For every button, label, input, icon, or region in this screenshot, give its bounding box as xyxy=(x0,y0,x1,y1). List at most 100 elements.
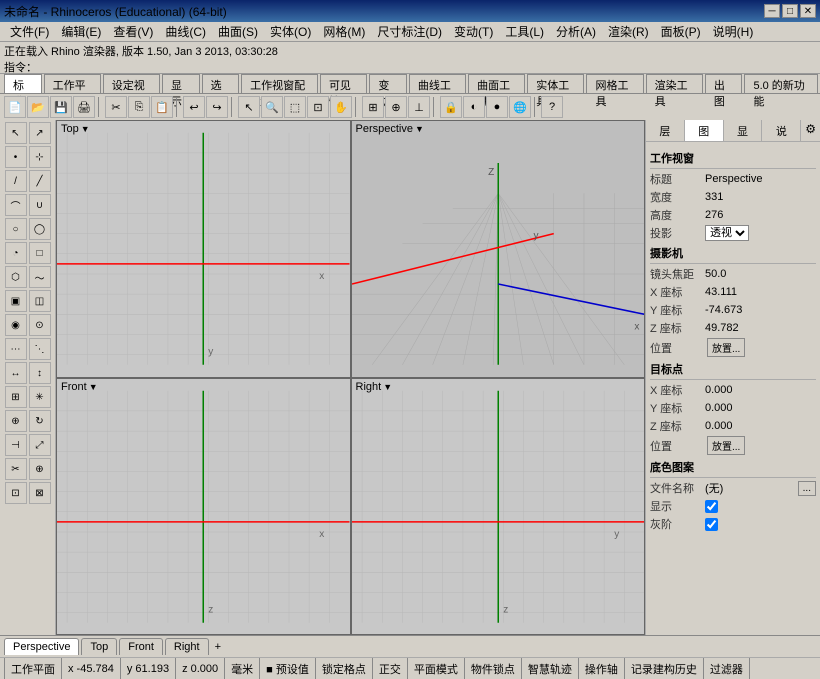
status-filter[interactable]: 过滤器 xyxy=(704,658,750,679)
copy-button[interactable]: ⎘ xyxy=(128,96,150,118)
zoom-button[interactable]: 🔍 xyxy=(261,96,283,118)
select-button[interactable]: ↖ xyxy=(238,96,260,118)
line-tool2[interactable]: ╱ xyxy=(29,170,51,192)
group-tool[interactable]: ⊡ xyxy=(5,482,27,504)
menu-item-l[interactable]: 工具(L) xyxy=(499,21,550,42)
viewport-right[interactable]: Right ▼ xyxy=(351,378,646,636)
menu-item-o[interactable]: 实体(O) xyxy=(264,21,317,42)
menu-item-t[interactable]: 变动(T) xyxy=(448,21,499,42)
arc-tool[interactable]: ◔ xyxy=(5,242,27,264)
dim-tool2[interactable]: ↕ xyxy=(29,362,51,384)
menu-item-v[interactable]: 查看(V) xyxy=(107,21,159,42)
toolbar-tab-7[interactable]: 变动 xyxy=(369,74,407,93)
viewport-front[interactable]: Front ▼ xyxy=(56,378,351,636)
scale-tool[interactable]: ⤢ xyxy=(29,434,51,456)
vp-tab-add[interactable]: + xyxy=(211,639,225,655)
toolbar-tab-0[interactable]: 标准 xyxy=(4,74,42,93)
snap-button[interactable]: ⊕ xyxy=(385,96,407,118)
render-button[interactable]: ● xyxy=(486,96,508,118)
status-gumball[interactable]: 操作轴 xyxy=(579,658,625,679)
help-button[interactable]: ? xyxy=(541,96,563,118)
toolbar-tab-11[interactable]: 网格工具 xyxy=(586,74,643,93)
point-tool2[interactable]: ⊹ xyxy=(29,146,51,168)
polygon-tool[interactable]: ⬡ xyxy=(5,266,27,288)
cut-button[interactable]: ✂ xyxy=(105,96,127,118)
solid-tool[interactable]: ◉ xyxy=(5,314,27,336)
point-tool[interactable]: • xyxy=(5,146,27,168)
minimize-button[interactable]: ─ xyxy=(764,4,780,18)
mesh-tool2[interactable]: ⋱ xyxy=(29,338,51,360)
menu-item-h[interactable]: 说明(H) xyxy=(707,21,760,42)
gray-checkbox[interactable] xyxy=(705,518,718,531)
status-snap[interactable]: 锁定格点 xyxy=(316,658,373,679)
rect-tool[interactable]: □ xyxy=(29,242,51,264)
viewport-top-arrow[interactable]: ▼ xyxy=(81,124,90,134)
status-smarttrack[interactable]: 智慧轨迹 xyxy=(522,658,579,679)
mirror-tool[interactable]: ⊣ xyxy=(5,434,27,456)
open-button[interactable]: 📂 xyxy=(27,96,49,118)
camera-place-button[interactable]: 放置... xyxy=(707,338,745,357)
surface-tool2[interactable]: ◫ xyxy=(29,290,51,312)
vp-tab-perspective[interactable]: Perspective xyxy=(4,638,79,655)
menu-item-m[interactable]: 网格(M) xyxy=(317,21,371,42)
filename-browse-button[interactable]: ... xyxy=(798,481,816,496)
toolbar-tab-2[interactable]: 设定视图 xyxy=(103,74,160,93)
material-button[interactable]: ◐ xyxy=(463,96,485,118)
maximize-button[interactable]: □ xyxy=(782,4,798,18)
redo-button[interactable]: ↪ xyxy=(206,96,228,118)
ortho-button[interactable]: ⊥ xyxy=(408,96,430,118)
vp-tab-front[interactable]: Front xyxy=(119,638,163,655)
panel-tab-layers[interactable]: 层 xyxy=(646,120,685,141)
panel-tab-help[interactable]: 说 xyxy=(762,120,801,141)
solid-tool2[interactable]: ⊙ xyxy=(29,314,51,336)
menu-item-s[interactable]: 曲面(S) xyxy=(212,21,264,42)
toolbar-tab-8[interactable]: 曲线工具 xyxy=(409,74,466,93)
menu-item-d[interactable]: 尺寸标注(D) xyxy=(371,21,448,42)
select-tool2[interactable]: ↗ xyxy=(29,122,51,144)
menu-item-f[interactable]: 文件(F) xyxy=(4,21,55,42)
status-planar[interactable]: 平面模式 xyxy=(408,658,465,679)
toolbar-tab-10[interactable]: 实体工具 xyxy=(527,74,584,93)
curve-tool2[interactable]: ∪ xyxy=(29,194,51,216)
lock-button[interactable]: 🔒 xyxy=(440,96,462,118)
target-place-button[interactable]: 放置... xyxy=(707,436,745,455)
close-button[interactable]: ✕ xyxy=(800,4,816,18)
zoom-extent-button[interactable]: ⊡ xyxy=(307,96,329,118)
toolbar-tab-14[interactable]: 5.0 的新功能 xyxy=(744,74,818,93)
zoom-window-button[interactable]: ⬚ xyxy=(284,96,306,118)
viewport-perspective-arrow[interactable]: ▼ xyxy=(415,124,424,134)
dim-tool[interactable]: ↔ xyxy=(5,362,27,384)
join-tool[interactable]: ⊕ xyxy=(29,458,51,480)
toolbar-tab-4[interactable]: 选取 xyxy=(202,74,240,93)
vp-tab-top[interactable]: Top xyxy=(81,638,117,655)
viewport-perspective[interactable]: Perspective ▼ xyxy=(351,120,646,378)
save-button[interactable]: 💾 xyxy=(50,96,72,118)
ellipse-tool[interactable]: ◯ xyxy=(29,218,51,240)
surface-tool[interactable]: ▣ xyxy=(5,290,27,312)
line-tool[interactable]: / xyxy=(5,170,27,192)
grid-button[interactable]: ⊞ xyxy=(362,96,384,118)
mesh-tool[interactable]: ⋯ xyxy=(5,338,27,360)
circle-tool[interactable]: ○ xyxy=(5,218,27,240)
status-osnap[interactable]: 物件锁点 xyxy=(465,658,522,679)
paste-button[interactable]: 📋 xyxy=(151,96,173,118)
move-tool[interactable]: ⊕ xyxy=(5,410,27,432)
prop-select-proj[interactable]: 透视 平行 xyxy=(705,225,749,241)
ungroup-tool[interactable]: ⊠ xyxy=(29,482,51,504)
spline-tool[interactable]: 〜 xyxy=(29,266,51,288)
select-tool[interactable]: ↖ xyxy=(5,122,27,144)
globe-button[interactable]: 🌐 xyxy=(509,96,531,118)
menu-item-c[interactable]: 曲线(C) xyxy=(159,21,212,42)
toolbar-tab-9[interactable]: 曲面工具 xyxy=(468,74,525,93)
print-button[interactable]: 🖨 xyxy=(73,96,95,118)
panel-tab-show[interactable]: 显 xyxy=(724,120,763,141)
viewport-right-arrow[interactable]: ▼ xyxy=(383,382,392,392)
toolbar-tab-1[interactable]: 工作平面 xyxy=(44,74,101,93)
toolbar-tab-5[interactable]: 工作视窗配置 xyxy=(241,74,318,93)
panel-tab-display[interactable]: 图 xyxy=(685,120,724,141)
toolbar-tab-6[interactable]: 可见性 xyxy=(320,74,367,93)
toolbar-tab-13[interactable]: 出图 xyxy=(705,74,743,93)
status-history[interactable]: 记录建构历史 xyxy=(625,658,704,679)
panel-settings-icon[interactable]: ⚙ xyxy=(801,120,820,141)
status-ortho[interactable]: 正交 xyxy=(373,658,408,679)
